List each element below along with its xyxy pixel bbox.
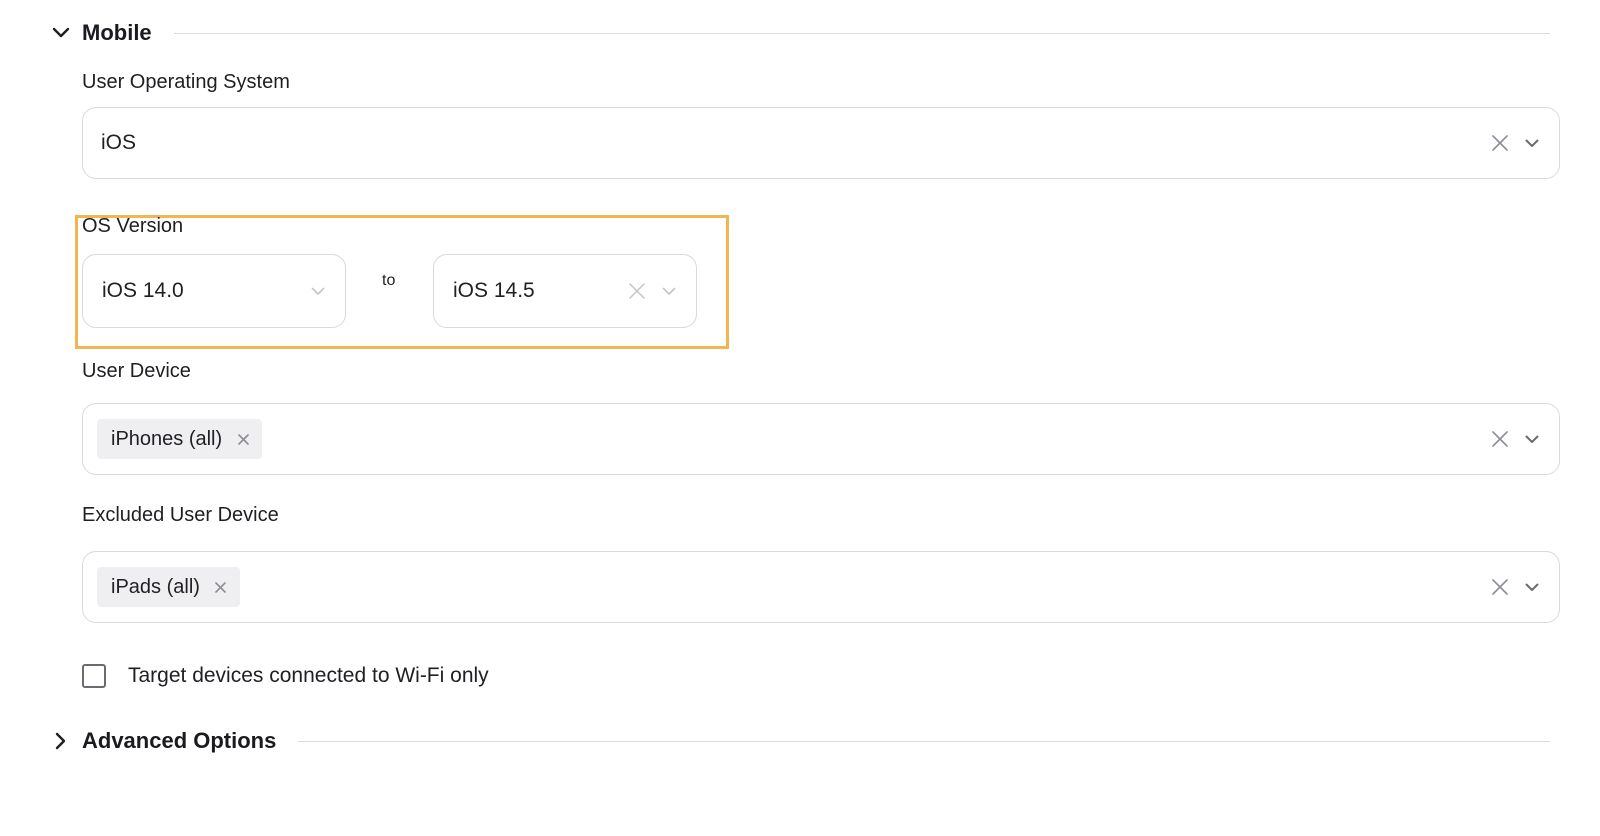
chevron-down-icon[interactable] xyxy=(1523,430,1541,448)
os-version-from-value: iOS 14.0 xyxy=(102,279,184,302)
tag-chip: iPads (all) xyxy=(97,567,240,607)
os-label: User Operating System xyxy=(82,71,290,93)
os-version-to-value: iOS 14.5 xyxy=(453,279,535,302)
wifi-only-checkbox[interactable] xyxy=(82,664,106,688)
chevron-down-icon[interactable] xyxy=(1523,134,1541,152)
chevron-down-icon[interactable] xyxy=(50,22,72,44)
excluded-device-select[interactable]: iPads (all) xyxy=(82,551,1560,623)
chevron-down-icon[interactable] xyxy=(309,282,327,300)
wifi-only-row[interactable]: Target devices connected to Wi-Fi only xyxy=(82,664,489,688)
mobile-section-header[interactable]: Mobile xyxy=(50,20,1550,46)
tag-label: iPads (all) xyxy=(111,575,200,598)
close-icon[interactable] xyxy=(628,282,646,300)
section-title: Mobile xyxy=(82,20,152,45)
os-version-to-select[interactable]: iOS 14.5 xyxy=(433,254,697,328)
tag-label: iPhones (all) xyxy=(111,427,223,450)
section-divider xyxy=(173,32,1550,34)
range-separator: to xyxy=(382,272,396,289)
os-select[interactable]: iOS xyxy=(82,107,1560,179)
close-icon[interactable] xyxy=(1491,430,1509,448)
section-title: Advanced Options xyxy=(82,728,277,753)
advanced-options-header[interactable]: Advanced Options xyxy=(50,728,1550,754)
os-version-from-select[interactable]: iOS 14.0 xyxy=(82,254,346,328)
close-icon[interactable] xyxy=(1491,578,1509,596)
excluded-device-label: Excluded User Device xyxy=(82,504,279,526)
wifi-only-label[interactable]: Target devices connected to Wi-Fi only xyxy=(128,664,489,688)
os-version-label: OS Version xyxy=(82,215,184,237)
os-value: iOS xyxy=(101,131,137,154)
chevron-right-icon[interactable] xyxy=(50,730,72,752)
chevron-down-icon[interactable] xyxy=(1523,578,1541,596)
excluded-device-tags: iPads (all) xyxy=(97,567,1491,607)
user-device-tags: iPhones (all) xyxy=(97,419,1491,459)
user-device-select[interactable]: iPhones (all) xyxy=(82,403,1560,475)
tag-chip: iPhones (all) xyxy=(97,419,263,459)
remove-tag-icon[interactable] xyxy=(214,580,228,594)
user-device-label: User Device xyxy=(82,360,191,382)
section-divider xyxy=(298,740,1550,742)
chevron-down-icon[interactable] xyxy=(660,282,678,300)
remove-tag-icon[interactable] xyxy=(236,432,250,446)
close-icon[interactable] xyxy=(1491,134,1509,152)
